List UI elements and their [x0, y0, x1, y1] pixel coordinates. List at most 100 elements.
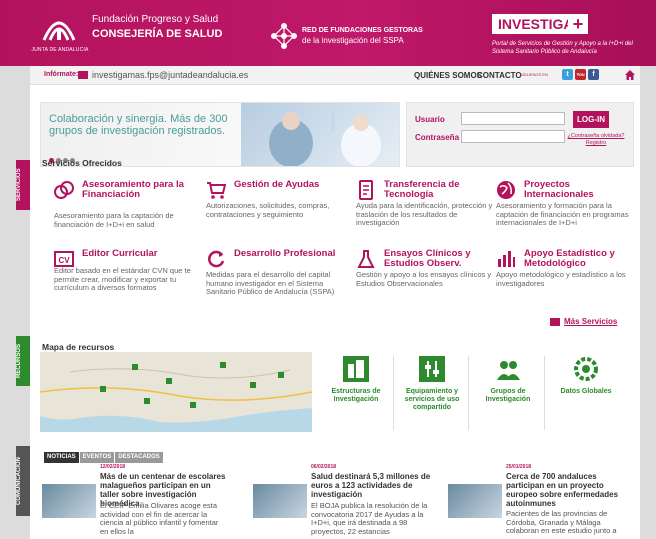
- info-label: Infórmate:: [44, 71, 79, 78]
- banner-image: [241, 103, 399, 166]
- facebook-icon[interactable]: f: [588, 69, 599, 80]
- news-text: Pacientes de las provincias de Córdoba, …: [506, 509, 617, 535]
- forgot-password-link[interactable]: ¿Contraseña olvidada? Registro: [559, 133, 633, 147]
- youtube-icon[interactable]: You: [575, 69, 586, 80]
- service-desc: Autorizaciones, solicitudes, compras, co…: [206, 201, 330, 219]
- news-item[interactable]: 12/02/2018 Más de un centenar de escolar…: [42, 464, 227, 539]
- news-text: El BOJA publica la resolución de la conv…: [311, 501, 428, 536]
- service-desc: Editor basado en el estándar CVN que te …: [54, 266, 191, 292]
- service-name[interactable]: Ensayos Clínicos y Estudios Observ.: [384, 249, 496, 269]
- news-title[interactable]: Cerca de 700 andaluces participan en un …: [506, 472, 634, 508]
- service-name[interactable]: Editor Curricular: [82, 249, 194, 259]
- globe-icon: [497, 181, 515, 199]
- header: JUNTA DE ANDALUCIA Fundación Progreso y …: [0, 0, 656, 66]
- service-name[interactable]: Asesoramiento para la Financiación: [82, 180, 194, 200]
- junta-text: JUNTA DE ANDALUCIA: [31, 47, 89, 53]
- news-item[interactable]: 25/01/2018 Cerca de 700 andaluces partic…: [448, 464, 633, 539]
- resource-name[interactable]: Datos Globales: [550, 388, 622, 396]
- nav-quienes-somos[interactable]: QUIÉNES SOMOS: [414, 71, 482, 80]
- service-name[interactable]: Apoyo Estadístico y Metodológico: [524, 249, 636, 269]
- news-thumbnail[interactable]: [448, 484, 502, 518]
- news-thumbnail[interactable]: [42, 484, 96, 518]
- service-desc: Asesoramiento para la captación de finan…: [54, 211, 174, 229]
- news-text: El CEIP Emilia Olivares acoge esta activ…: [100, 501, 219, 536]
- gear-icon: [574, 357, 598, 381]
- news-item[interactable]: 06/02/2018 Salud destinará 5,3 millones …: [253, 464, 438, 539]
- coins-icon: [54, 181, 74, 199]
- consejeria-name[interactable]: CONSEJERÍA DE SALUD: [92, 28, 222, 40]
- junta-logo[interactable]: JUNTA DE ANDALUCIA: [30, 10, 88, 56]
- servicios-tag: SERVICIOS: [16, 160, 30, 210]
- news-date: 25/01/2018: [506, 464, 532, 470]
- nav-contacto[interactable]: CONTACTO: [477, 71, 522, 80]
- banner-text: Colaboración y sinergia. Más de 300 grup…: [49, 113, 228, 137]
- resource-grupos[interactable]: Grupos de Investigación: [472, 356, 544, 404]
- arrow-right-icon: [550, 318, 560, 326]
- resource-name[interactable]: Grupos de Investigación: [472, 388, 544, 404]
- service-name[interactable]: Proyectos Internacionales: [524, 180, 636, 200]
- service-desc: Ayuda para la identificación, protección…: [356, 201, 493, 227]
- forgot-password-text[interactable]: ¿Contraseña olvidada?: [568, 133, 625, 139]
- red-subtitle[interactable]: de la investigación del SSPA: [302, 36, 404, 45]
- mail-icon: [78, 71, 88, 79]
- news-date: 12/02/2018: [100, 464, 126, 470]
- red-title[interactable]: RED DE FUNDACIONES GESTORAS: [302, 27, 423, 34]
- service-desc: Medidas para el desarrollo del capital h…: [206, 270, 335, 296]
- login-panel: Usuario Contraseña LOG-IN ¿Contraseña ol…: [406, 102, 634, 167]
- servicios-title: Servicios Ofrecidos: [42, 158, 122, 168]
- tab-noticias[interactable]: NOTICIAS: [44, 452, 79, 463]
- flask-icon: [357, 250, 375, 268]
- resource-name[interactable]: Estructuras de Investigación: [320, 388, 392, 404]
- divider: [393, 356, 394, 430]
- resource-name[interactable]: Equipamiento y servicios de uso comparti…: [396, 388, 468, 412]
- resource-datos-globales[interactable]: Datos Globales: [550, 356, 622, 396]
- service-desc: Apoyo metodológico y estadístico a los i…: [496, 270, 626, 288]
- buildings-icon: [343, 356, 369, 382]
- document-icon: [359, 180, 373, 200]
- news-thumbnail[interactable]: [253, 484, 307, 518]
- twitter-icon[interactable]: t: [562, 69, 573, 80]
- service-name[interactable]: Transferencia de Tecnología: [384, 180, 496, 200]
- login-button[interactable]: LOG-IN: [573, 111, 609, 128]
- investiga-subtitle: Portal de Servicios de Gestión y Apoyo a…: [492, 41, 633, 55]
- svg-text:CV: CV: [58, 256, 70, 265]
- cart-icon: [207, 182, 226, 199]
- resource-estructuras[interactable]: Estructuras de Investigación: [320, 356, 392, 404]
- group-icon: [497, 361, 520, 380]
- news-date: 06/02/2018: [311, 464, 337, 470]
- service-desc: Asesoramiento y formación para la captac…: [496, 201, 629, 227]
- lab-scene-icon: [269, 111, 381, 166]
- service-desc: Gestión y apoyo a los ensayos clínicos y…: [356, 270, 492, 288]
- junta-emblem-icon: [42, 21, 76, 41]
- recursos-title: Mapa de recursos: [42, 342, 115, 352]
- equalizer-icon: [419, 356, 445, 382]
- fps-name[interactable]: Fundación Progreso y Salud: [92, 14, 218, 25]
- resources-map[interactable]: [40, 352, 312, 432]
- info-bar: Infórmate: investigamas.fps@juntadeandal…: [30, 66, 640, 85]
- tab-destacados[interactable]: DESTACADOS: [115, 452, 163, 463]
- divider: [544, 356, 545, 430]
- service-name[interactable]: Gestión de Ayudas: [234, 180, 346, 190]
- more-services-link[interactable]: Más Servicios: [564, 317, 617, 326]
- username-input[interactable]: [461, 112, 565, 125]
- tab-eventos[interactable]: EVENTOS: [79, 452, 115, 463]
- divider: [468, 356, 469, 430]
- andalucia-map-icon: [40, 352, 312, 423]
- bar-chart-icon: [498, 251, 515, 267]
- refresh-icon: [208, 250, 225, 268]
- password-input[interactable]: [461, 130, 565, 143]
- comunicacion-tag: COMUNICACIÓN: [16, 446, 30, 516]
- network-icon: [271, 23, 297, 49]
- main-container: Infórmate: investigamas.fps@juntadeandal…: [16, 66, 640, 539]
- plus-icon: +: [568, 14, 588, 34]
- resource-equipamiento[interactable]: Equipamiento y servicios de uso comparti…: [396, 356, 468, 412]
- service-name[interactable]: Desarrollo Profesional: [234, 249, 346, 259]
- register-link[interactable]: Registro: [586, 140, 606, 146]
- social-caption: SÍGUENOS EN: [520, 72, 548, 77]
- home-icon[interactable]: [624, 69, 636, 81]
- recursos-tag: RECURSOS: [16, 336, 30, 386]
- investiga-logo[interactable]: INVESTIGA: [492, 14, 580, 34]
- contact-email-link[interactable]: investigamas.fps@juntadeandalucia.es: [92, 70, 248, 80]
- news-title[interactable]: Salud destinará 5,3 millones de euros a …: [311, 472, 439, 499]
- username-label: Usuario: [415, 115, 445, 124]
